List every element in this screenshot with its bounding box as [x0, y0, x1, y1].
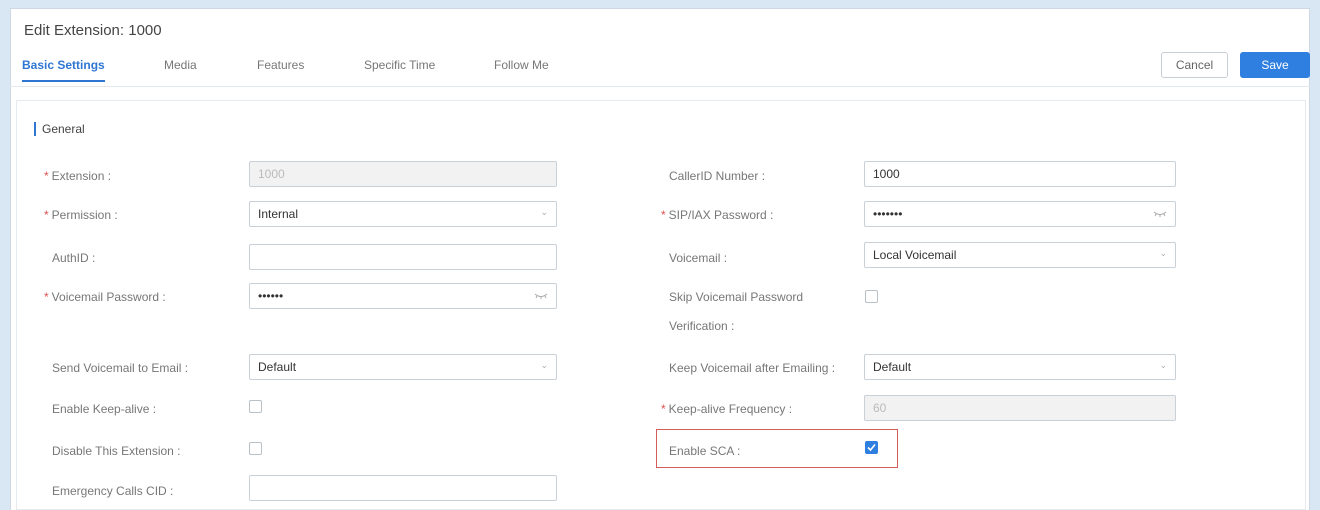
- sip-iax-password-label: * SIP/IAX Password :: [661, 208, 774, 222]
- enable-keep-alive-checkbox[interactable]: [249, 400, 262, 413]
- skip-voicemail-password-label: Skip Voicemail Password: [669, 290, 804, 304]
- header-divider: [10, 86, 1310, 87]
- callerid-number-field[interactable]: 1000: [864, 161, 1176, 187]
- callerid-number-label: CallerID Number :: [669, 169, 766, 183]
- enable-keep-alive-label: Enable Keep-alive :: [52, 402, 157, 416]
- required-marker: *: [44, 169, 49, 183]
- page-title: Edit Extension: 1000: [24, 22, 162, 39]
- voicemail-label: Voicemail :: [669, 251, 728, 265]
- skip-voicemail-password-label-line2: Verification :: [669, 319, 735, 333]
- permission-label: * Permission :: [44, 208, 118, 222]
- eye-hidden-icon[interactable]: [1153, 209, 1167, 219]
- keep-alive-frequency-field: 60: [864, 395, 1176, 421]
- sip-iax-password-field[interactable]: •••••••: [864, 201, 1176, 227]
- required-marker: *: [44, 208, 49, 222]
- required-marker: *: [661, 402, 666, 416]
- authid-label: AuthID :: [52, 251, 96, 265]
- send-voicemail-to-email-select[interactable]: Default ⌄: [249, 354, 557, 380]
- eye-hidden-icon[interactable]: [534, 291, 548, 301]
- tab-specific-time[interactable]: Specific Time: [364, 58, 435, 82]
- tab-basic-settings[interactable]: Basic Settings: [22, 58, 105, 82]
- skip-voicemail-password-checkbox[interactable]: [865, 290, 878, 303]
- chevron-down-icon: ⌄: [540, 360, 548, 370]
- required-marker: *: [661, 208, 666, 222]
- chevron-down-icon: ⌄: [1159, 248, 1167, 258]
- emergency-calls-cid-field[interactable]: [249, 475, 557, 501]
- save-button[interactable]: Save: [1240, 52, 1310, 78]
- disable-this-extension-label: Disable This Extension :: [52, 444, 181, 458]
- emergency-calls-cid-label: Emergency Calls CID :: [52, 484, 174, 498]
- enable-sca-label: Enable SCA :: [669, 444, 741, 458]
- keep-voicemail-after-emailing-select[interactable]: Default ⌄: [864, 354, 1176, 380]
- disable-this-extension-checkbox[interactable]: [249, 442, 262, 455]
- chevron-down-icon: ⌄: [540, 207, 548, 217]
- permission-select[interactable]: Internal ⌄: [249, 201, 557, 227]
- tab-features[interactable]: Features: [257, 58, 304, 82]
- voicemail-password-field[interactable]: ••••••: [249, 283, 557, 309]
- voicemail-password-label: * Voicemail Password :: [44, 290, 166, 304]
- extension-label: * Extension :: [44, 169, 112, 183]
- required-marker: *: [44, 290, 49, 304]
- extension-field: 1000: [249, 161, 557, 187]
- keep-alive-frequency-label: * Keep-alive Frequency :: [661, 402, 793, 416]
- keep-voicemail-after-emailing-label: Keep Voicemail after Emailing :: [669, 361, 836, 375]
- send-voicemail-to-email-label: Send Voicemail to Email :: [52, 361, 189, 375]
- voicemail-select[interactable]: Local Voicemail ⌄: [864, 242, 1176, 268]
- enable-sca-checkbox[interactable]: [865, 441, 878, 454]
- cancel-button[interactable]: Cancel: [1161, 52, 1228, 78]
- checkmark-icon: [867, 443, 876, 452]
- tab-follow-me[interactable]: Follow Me: [494, 58, 549, 82]
- tab-media[interactable]: Media: [164, 58, 197, 82]
- chevron-down-icon: ⌄: [1159, 360, 1167, 370]
- section-title: General: [34, 122, 85, 136]
- authid-field[interactable]: [249, 244, 557, 270]
